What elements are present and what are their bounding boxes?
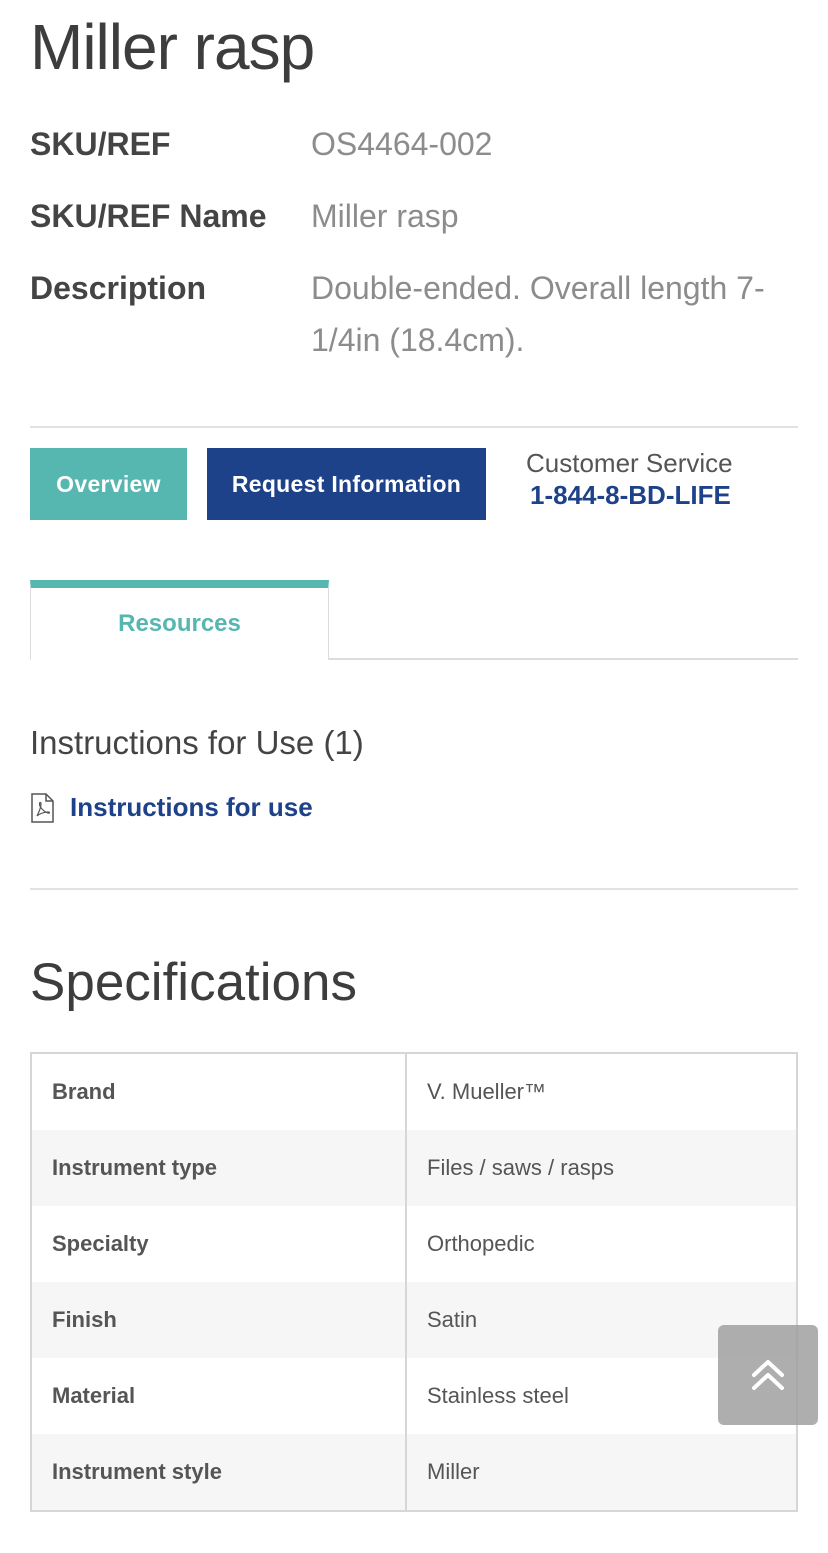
spec-key: Instrument type <box>32 1130 407 1206</box>
customer-service-label: Customer Service <box>526 448 733 478</box>
spec-key: Instrument style <box>32 1434 407 1510</box>
spec-row: Brand V. Mueller™ <box>32 1054 796 1130</box>
specifications-title: Specifications <box>30 953 358 1012</box>
spec-key: Finish <box>32 1282 407 1358</box>
customer-service-phone-link[interactable]: 1-844-8-BD-LIFE <box>530 480 786 510</box>
spec-value: Orthopedic <box>427 1231 535 1256</box>
spec-key: Material <box>32 1358 407 1434</box>
specifications-table: Brand V. Mueller™ Instrument type Files / s… <box>30 1052 798 1512</box>
double-chevron-up-icon <box>752 1360 784 1390</box>
sku-name-label: SKU/REF Name <box>30 198 267 234</box>
spec-value: Files / saws / rasps <box>427 1155 615 1180</box>
sku-value: OS4464-002 <box>311 126 493 162</box>
spec-key: Brand <box>32 1054 407 1130</box>
pdf-file-icon <box>31 792 54 823</box>
instructions-heading: Instructions for Use (1) <box>30 724 364 761</box>
customer-service: Customer Service 1-844-8-BD-LIFE <box>526 446 786 510</box>
description-label: Description <box>30 270 207 306</box>
request-information-button[interactable]: Request Information <box>207 448 486 520</box>
instructions-for-use-link[interactable]: Instructions for use <box>70 792 313 823</box>
spec-row: Instrument type Files / saws / rasps <box>32 1130 796 1206</box>
back-to-top-button[interactable] <box>718 1325 818 1425</box>
spec-value: Miller <box>427 1459 480 1484</box>
tab-resources[interactable]: Resources <box>30 580 329 660</box>
divider <box>30 888 798 890</box>
sku-label: SKU/REF <box>30 126 171 162</box>
sku-name-value: Miller rasp <box>311 198 459 234</box>
spec-row: Finish Satin <box>32 1282 796 1358</box>
page-title: Miller rasp <box>30 11 315 83</box>
overview-button[interactable]: Overview <box>30 448 187 520</box>
resource-tabs: Resources <box>30 580 798 660</box>
description-value: Double-ended. Overall length 7-1/4in (18… <box>311 270 765 358</box>
spec-key: Specialty <box>32 1206 407 1282</box>
instructions-link-row[interactable]: Instructions for use <box>30 792 313 823</box>
spec-row: Material Stainless steel <box>32 1358 796 1434</box>
divider <box>30 426 798 428</box>
spec-row: Specialty Orthopedic <box>32 1206 796 1282</box>
spec-row: Instrument style Miller <box>32 1434 796 1510</box>
spec-value: V. Mueller™ <box>427 1079 547 1104</box>
